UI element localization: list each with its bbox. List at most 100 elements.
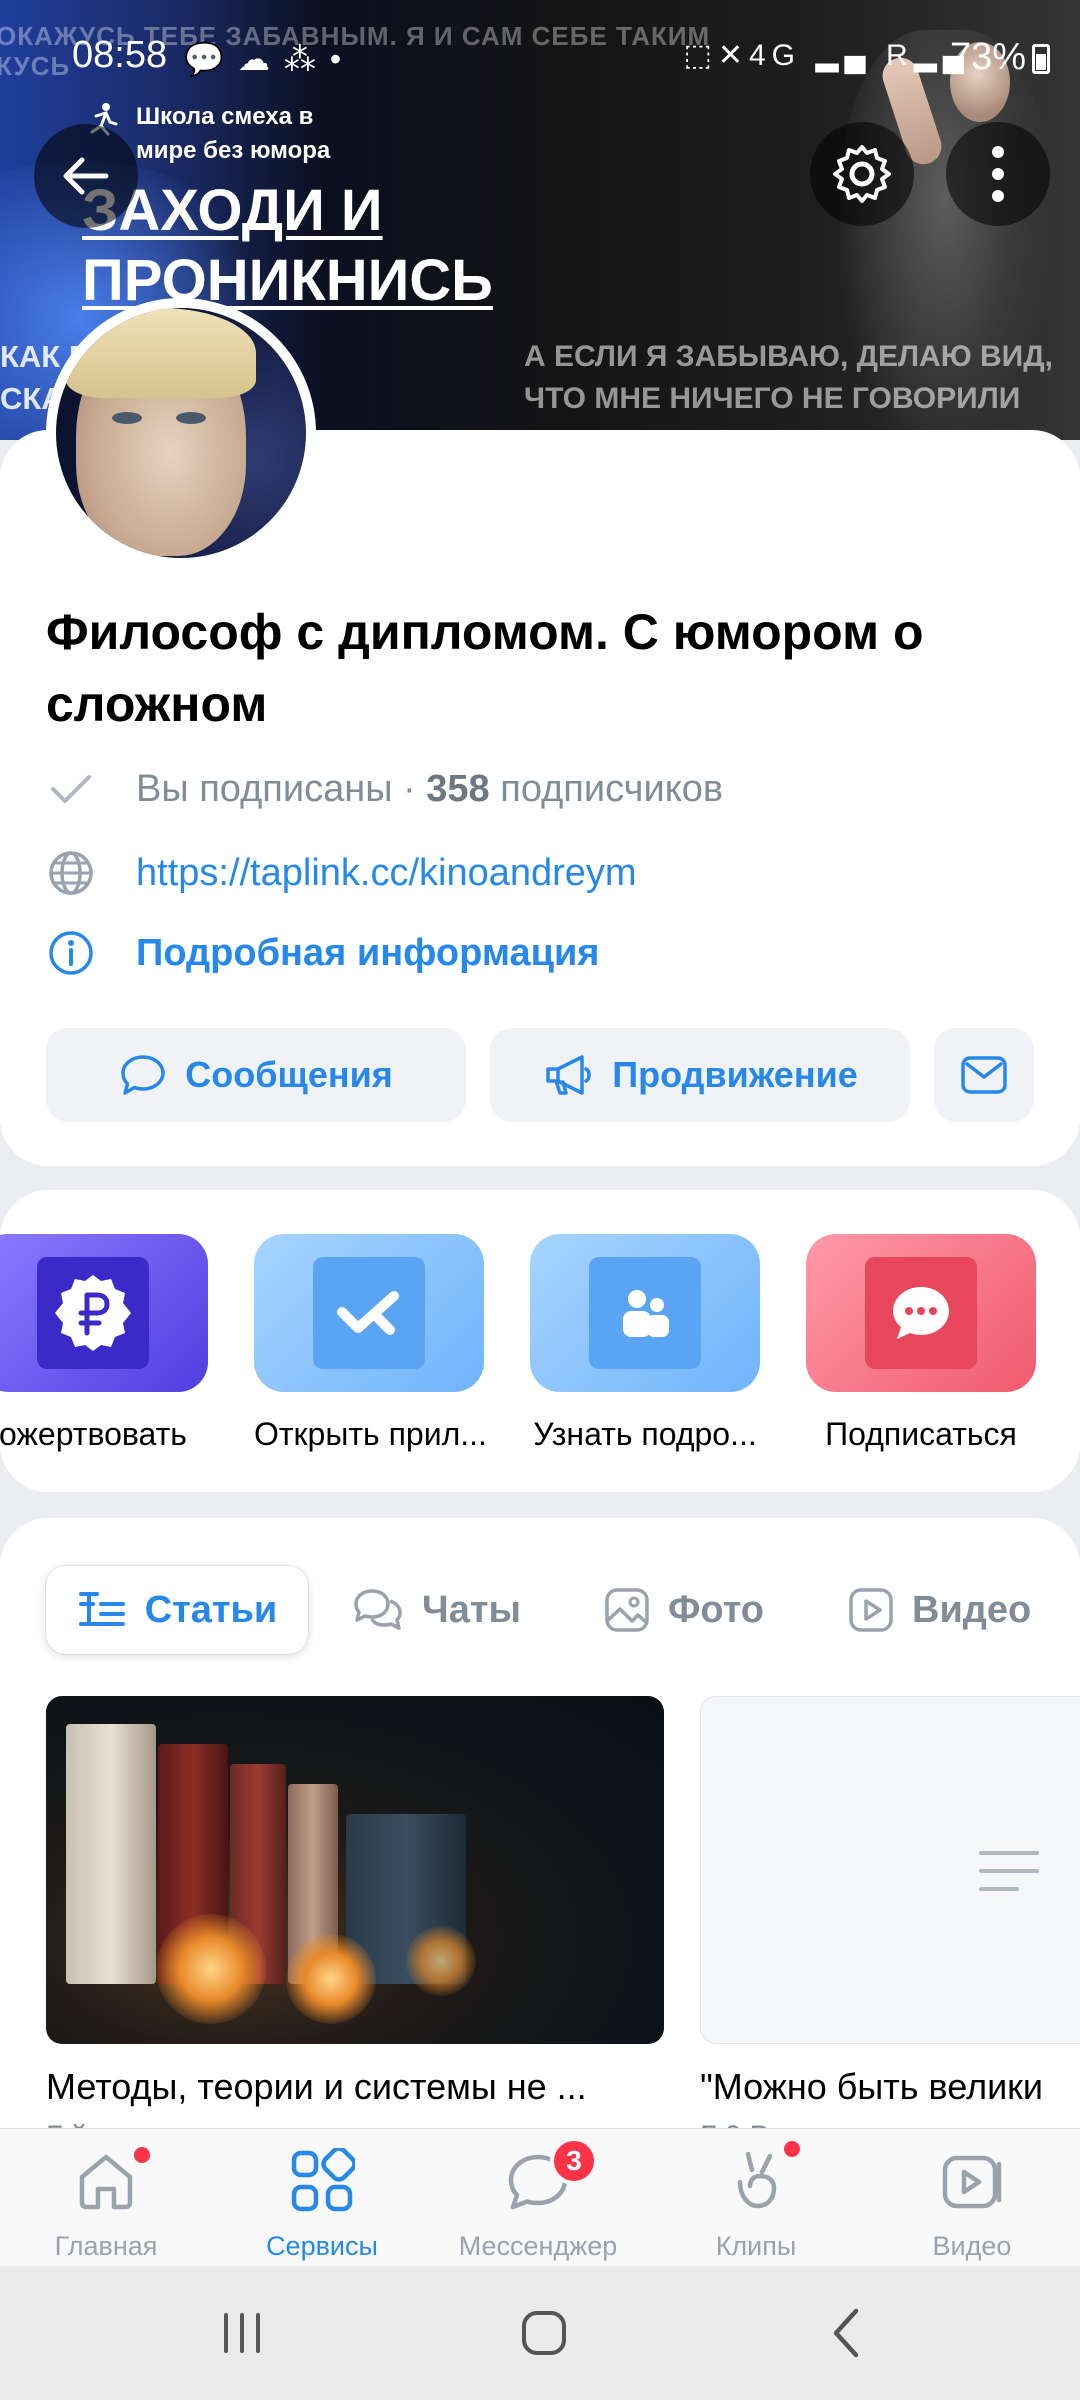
clips-icon xyxy=(737,2151,777,2209)
cover-headline: ЗАХОДИ И ПРОНИКНИСЬ xyxy=(82,176,493,316)
nav-services-label: Сервисы xyxy=(266,2231,378,2261)
check-cross-icon xyxy=(337,1291,399,1335)
website-link[interactable]: https://taplink.cc/kinoandreym xyxy=(136,852,637,895)
nav-services[interactable]: Сервисы xyxy=(222,2141,422,2262)
cover-school-text: Школа смеха в мире без юмора xyxy=(136,100,330,168)
app-donate-label: ожертвовать xyxy=(0,1416,187,1452)
article-title: "Можно быть велики xyxy=(700,2066,1044,2107)
back-system-button[interactable] xyxy=(786,2296,906,2370)
avatar[interactable] xyxy=(46,298,316,568)
nav-clips-label: Клипы xyxy=(715,2231,797,2261)
image-icon xyxy=(605,1588,649,1632)
nav-home[interactable]: Главная xyxy=(6,2141,206,2262)
system-navigation-bar xyxy=(0,2266,1080,2400)
app-subscribe[interactable]: Подписаться xyxy=(806,1234,1036,1453)
megaphone-icon xyxy=(546,1055,592,1095)
status-bar: 08:58 💬☁⁂• ⬚✕4G ▂▄ R▂▄ 73% xyxy=(0,0,1080,110)
app-subscribe-label: Подписаться xyxy=(825,1416,1017,1452)
page-title: Философ с дипломом. С юмором о сложном xyxy=(46,604,924,732)
services-grid-icon xyxy=(291,2148,355,2212)
signal-icons: ⬚✕4G ▂▄ R▂▄ xyxy=(683,39,970,72)
tab-video[interactable]: Видео xyxy=(848,1566,1031,1654)
article-card[interactable]: Методы, теории и системы не ... Г й xyxy=(46,1696,664,2140)
chats-icon xyxy=(354,1589,402,1630)
nav-video[interactable]: Видео xyxy=(872,2141,1072,2262)
users-icon xyxy=(623,1290,669,1337)
cover-school-line-2: мире без юмора xyxy=(136,137,331,164)
app-learn-more[interactable]: Узнать подро... xyxy=(530,1234,760,1453)
messages-button[interactable]: Сообщения xyxy=(46,1028,466,1122)
nav-video-label: Видео xyxy=(932,2231,1012,2261)
tab-photo[interactable]: Фото xyxy=(604,1566,764,1654)
text-lines-icon xyxy=(979,1851,1039,1891)
home-square-icon xyxy=(522,2311,566,2355)
notification-icons: 💬☁⁂• xyxy=(184,41,356,77)
nav-messenger[interactable]: 3 Мессенджер xyxy=(438,2137,638,2262)
status-time: 08:58 xyxy=(72,34,168,76)
arrow-left-icon xyxy=(63,157,109,195)
cover-right-caption-1: А ЕСЛИ Я ЗАБЫВАЮ, ДЕЛАЮ ВИД, xyxy=(524,340,1053,373)
recent-apps-button[interactable] xyxy=(182,2296,302,2370)
promotion-button[interactable]: Продвижение xyxy=(490,1028,910,1122)
home-icon xyxy=(79,2154,133,2210)
avatar-eye-right xyxy=(176,412,206,424)
recent-apps-icon xyxy=(224,2313,260,2353)
subscribed-label: Вы подписаны · xyxy=(136,767,416,810)
subscribers-count: 358 xyxy=(426,767,490,810)
message-bubble-icon xyxy=(121,1055,165,1095)
app-learn-more-tile xyxy=(530,1234,760,1392)
app-donate[interactable]: ожертвовать xyxy=(0,1234,208,1453)
candle-light xyxy=(286,1934,376,2024)
app-donate-inner xyxy=(37,1257,149,1369)
video-play-icon xyxy=(849,1588,893,1632)
globe-icon xyxy=(46,848,96,898)
app-open[interactable]: Открыть прил... xyxy=(254,1234,484,1453)
book-shape xyxy=(66,1724,156,1984)
notification-dot xyxy=(784,2141,800,2157)
messenger-badge: 3 xyxy=(550,2137,598,2185)
battery-icon xyxy=(1032,44,1050,74)
nav-home-label: Главная xyxy=(54,2231,158,2261)
messages-label: Сообщения xyxy=(185,1054,393,1095)
nav-messenger-label: Мессенджер xyxy=(458,2231,618,2261)
tab-chats-label: Чаты xyxy=(422,1588,521,1631)
article-placeholder-image xyxy=(700,1696,1080,2044)
gear-icon xyxy=(833,145,891,203)
tab-photo-label: Фото xyxy=(668,1588,765,1631)
avatar-hair xyxy=(66,308,256,398)
subscribers-label: подписчиков xyxy=(500,767,724,810)
more-info-row[interactable]: Подробная информация xyxy=(46,928,599,978)
back-button[interactable] xyxy=(34,124,138,228)
bottom-navigation: Главная Сервисы 3 Мессенджер Клипы Видео xyxy=(0,2128,1080,2266)
app-open-inner xyxy=(313,1257,425,1369)
battery-percent: 73% xyxy=(949,36,1026,78)
notification-dot xyxy=(134,2147,150,2163)
nav-clips[interactable]: Клипы xyxy=(656,2141,856,2262)
tab-video-label: Видео xyxy=(912,1588,1032,1631)
website-row[interactable]: https://taplink.cc/kinoandreym xyxy=(46,848,637,898)
article-cover-image xyxy=(46,1696,664,2044)
home-system-button[interactable] xyxy=(484,2296,604,2370)
chevron-left-icon xyxy=(833,2308,859,2358)
app-learn-more-inner xyxy=(589,1257,701,1369)
settings-button[interactable] xyxy=(810,122,914,226)
app-subscribe-inner xyxy=(865,1257,977,1369)
tab-chats[interactable]: Чаты xyxy=(352,1566,521,1654)
tab-articles[interactable]: Статьи xyxy=(46,1566,308,1654)
content-tabs: Статьи Чаты Фото Видео xyxy=(0,1566,1080,1654)
tab-articles-label: Статьи xyxy=(144,1588,278,1631)
app-open-label: Открыть прил... xyxy=(254,1416,484,1452)
candle-light xyxy=(406,1926,476,1996)
mail-button[interactable] xyxy=(934,1028,1034,1122)
article-card[interactable]: "Можно быть велики Г 0 В xyxy=(700,1696,1080,2140)
article-title: Методы, теории и системы не ... xyxy=(46,2066,587,2107)
app-open-tile xyxy=(254,1234,484,1392)
video-icon xyxy=(942,2155,1002,2209)
info-icon xyxy=(46,928,96,978)
avatar-eye-left xyxy=(112,412,142,424)
avatar-picture xyxy=(56,308,306,558)
chat-dots-icon xyxy=(893,1287,949,1339)
ruble-badge-icon xyxy=(55,1275,131,1351)
subscription-row[interactable]: Вы подписаны · 358 подписчиков xyxy=(46,764,723,814)
more-options-button[interactable] xyxy=(946,122,1050,226)
